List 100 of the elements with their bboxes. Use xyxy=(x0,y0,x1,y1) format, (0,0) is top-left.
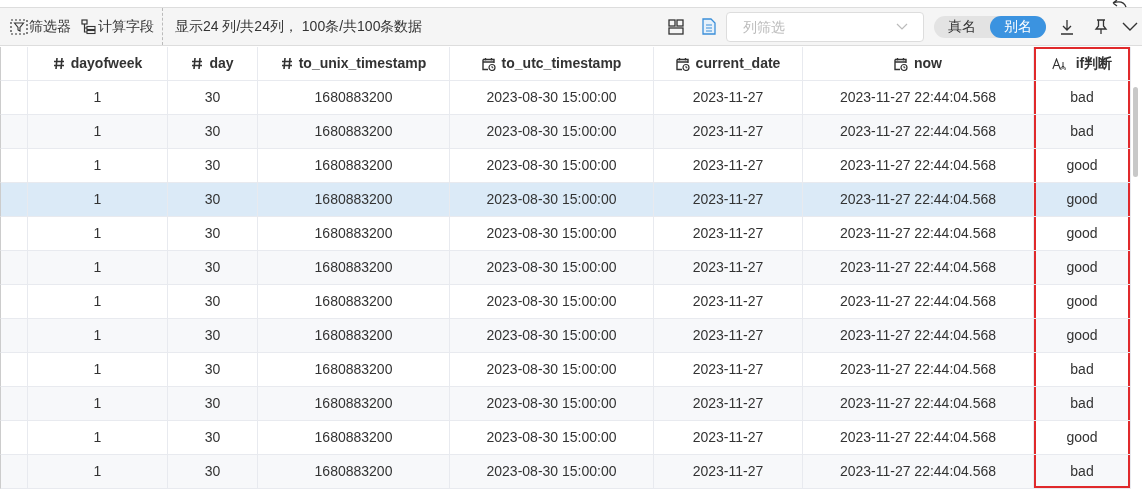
table-cell: 2023-11-27 22:44:04.568 xyxy=(803,387,1034,420)
table-row[interactable]: 1 30 1680883200 2023-08-30 15:00:00 2023-11-27 2023-11-27 22:44:04.568 good xyxy=(0,285,1131,319)
table-cell: 30 xyxy=(168,149,258,182)
table-row[interactable]: 1 30 1680883200 2023-08-30 15:00:00 2023-11-27 2023-11-27 22:44:04.568 good xyxy=(0,251,1131,285)
table-cell: 2023-11-27 22:44:04.568 xyxy=(803,319,1034,352)
table-cell: 2023-08-30 15:00:00 xyxy=(450,319,654,352)
column-header[interactable]: to_utc_timestamp xyxy=(450,47,654,80)
table-cell: bad xyxy=(1034,353,1131,386)
chevron-down-icon[interactable] xyxy=(1122,21,1138,32)
table-cell: 2023-11-27 xyxy=(654,455,803,488)
field-list-icon xyxy=(81,18,97,35)
column-header[interactable]: if判断 xyxy=(1034,47,1131,80)
table-cell: 2023-11-27 xyxy=(654,183,803,216)
table-cell: 30 xyxy=(168,319,258,352)
table-cell: 1 xyxy=(28,251,168,284)
calendar-clock-icon xyxy=(675,56,690,71)
table-cell: 2023-11-27 22:44:04.568 xyxy=(803,353,1034,386)
table-cell: 1680883200 xyxy=(258,319,450,352)
table-row[interactable]: 1 30 1680883200 2023-08-30 15:00:00 2023-11-27 2023-11-27 22:44:04.568 bad xyxy=(0,81,1131,115)
table-cell: 1 xyxy=(28,217,168,250)
table-cell: 1680883200 xyxy=(258,183,450,216)
column-filter-field[interactable]: 列筛选 xyxy=(726,11,924,42)
table-cell: 1680883200 xyxy=(258,81,450,114)
table-row[interactable]: 1 30 1680883200 2023-08-30 15:00:00 2023-11-27 2023-11-27 22:44:04.568 good xyxy=(0,183,1131,217)
chevron-down-icon xyxy=(896,22,908,31)
table-cell: 2023-11-27 22:44:04.568 xyxy=(803,183,1034,216)
table-cell: 2023-11-27 xyxy=(654,149,803,182)
table-cell: 2023-11-27 xyxy=(654,353,803,386)
document-icon[interactable] xyxy=(702,18,716,35)
calendar-clock-icon xyxy=(894,56,908,71)
table-cell: 2023-08-30 15:00:00 xyxy=(450,251,654,284)
table-cell: good xyxy=(1034,183,1131,216)
table-cell: 30 xyxy=(168,81,258,114)
calendar-clock-icon xyxy=(481,56,496,71)
back-arrow-icon[interactable] xyxy=(1110,0,1128,8)
table-row[interactable]: 1 30 1680883200 2023-08-30 15:00:00 2023-11-27 2023-11-27 22:44:04.568 bad xyxy=(0,387,1131,421)
column-header[interactable]: current_date xyxy=(654,47,803,80)
hash-icon xyxy=(280,57,293,70)
table-cell: 2023-08-30 15:00:00 xyxy=(450,149,654,182)
table-row[interactable]: 1 30 1680883200 2023-08-30 15:00:00 2023-11-27 2023-11-27 22:44:04.568 bad xyxy=(0,115,1131,149)
table-cell: 30 xyxy=(168,217,258,250)
pin-icon[interactable] xyxy=(1094,18,1108,35)
table-cell: bad xyxy=(1034,81,1131,114)
table-cell: 2023-08-30 15:00:00 xyxy=(450,183,654,216)
column-header[interactable]: dayofweek xyxy=(28,47,168,80)
column-header[interactable]: to_unix_timestamp xyxy=(258,47,450,80)
table-cell: 1 xyxy=(28,285,168,318)
table-cell: good xyxy=(1034,285,1131,318)
table-cell: 1 xyxy=(28,183,168,216)
table-row[interactable]: 1 30 1680883200 2023-08-30 15:00:00 2023-11-27 2023-11-27 22:44:04.568 good xyxy=(0,149,1131,183)
table-cell: 2023-08-30 15:00:00 xyxy=(450,217,654,250)
computed-field-button[interactable]: 计算字段 xyxy=(77,8,163,45)
table-cell: 30 xyxy=(168,183,258,216)
table-row[interactable]: 1 30 1680883200 2023-08-30 15:00:00 2023-11-27 2023-11-27 22:44:04.568 good xyxy=(0,421,1131,455)
toggle-option[interactable]: 真名 xyxy=(934,15,990,38)
table-cell: 1 xyxy=(28,421,168,454)
table-row[interactable]: 1 30 1680883200 2023-08-30 15:00:00 2023-11-27 2023-11-27 22:44:04.568 good xyxy=(0,319,1131,353)
column-header[interactable]: now xyxy=(803,47,1034,80)
table-cell: good xyxy=(1034,251,1131,284)
table-cell: 2023-11-27 xyxy=(654,285,803,318)
table-row[interactable]: 1 30 1680883200 2023-08-30 15:00:00 2023-11-27 2023-11-27 22:44:04.568 bad xyxy=(0,353,1131,387)
table-cell: good xyxy=(1034,217,1131,250)
table-row[interactable]: 1 30 1680883200 2023-08-30 15:00:00 2023-11-27 2023-11-27 22:44:04.568 bad xyxy=(0,455,1131,489)
data-summary: 显示24 列/共24列， 100条/共100条数据 xyxy=(175,17,423,36)
filter-button[interactable]: 筛选器 xyxy=(0,16,77,37)
table-cell: 1680883200 xyxy=(258,387,450,420)
table-cell: 2023-08-30 15:00:00 xyxy=(450,353,654,386)
table-cell: good xyxy=(1034,319,1131,352)
table-cell: 2023-11-27 22:44:04.568 xyxy=(803,149,1034,182)
table-cell: 2023-08-30 15:00:00 xyxy=(450,285,654,318)
filter-icon xyxy=(10,18,28,35)
table-cell: 2023-11-27 xyxy=(654,115,803,148)
table-cell: 2023-11-27 22:44:04.568 xyxy=(803,115,1034,148)
table-cell: 2023-11-27 xyxy=(654,319,803,352)
table-cell: 2023-08-30 15:00:00 xyxy=(450,421,654,454)
scrollbar[interactable] xyxy=(1133,87,1138,177)
table-cell: 2023-11-27 22:44:04.568 xyxy=(803,251,1034,284)
table-cell: 1680883200 xyxy=(258,285,450,318)
table-cell: 1 xyxy=(28,387,168,420)
table-cell: good xyxy=(1034,149,1131,182)
table-cell: 2023-08-30 15:00:00 xyxy=(450,387,654,420)
column-header[interactable]: day xyxy=(168,47,258,80)
table-cell: bad xyxy=(1034,455,1131,488)
table-cell: 30 xyxy=(168,455,258,488)
table-cell: good xyxy=(1034,421,1131,454)
table-cell: 1680883200 xyxy=(258,455,450,488)
table-cell: 1680883200 xyxy=(258,217,450,250)
table-cell: 30 xyxy=(168,115,258,148)
download-icon[interactable] xyxy=(1060,18,1074,35)
grid-layout-icon[interactable] xyxy=(668,18,684,35)
table-cell: 1 xyxy=(28,455,168,488)
table-cell: 2023-11-27 22:44:04.568 xyxy=(803,217,1034,250)
table-cell: 30 xyxy=(168,353,258,386)
table-cell: 1 xyxy=(28,81,168,114)
table-cell: 2023-11-27 xyxy=(654,387,803,420)
table-cell: 2023-11-27 22:44:04.568 xyxy=(803,285,1034,318)
table-cell: 1 xyxy=(28,115,168,148)
table-cell: 2023-08-30 15:00:00 xyxy=(450,81,654,114)
table-cell: 1 xyxy=(28,149,168,182)
table-row[interactable]: 1 30 1680883200 2023-08-30 15:00:00 2023-11-27 2023-11-27 22:44:04.568 good xyxy=(0,217,1131,251)
